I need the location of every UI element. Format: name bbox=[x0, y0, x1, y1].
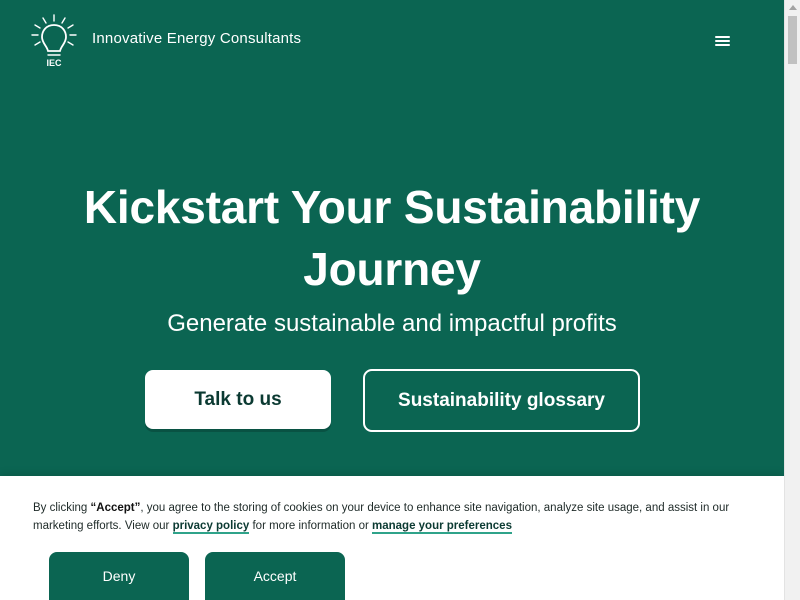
cookie-banner: By clicking “Accept”, you agree to the s… bbox=[0, 476, 784, 600]
scrollbar-thumb[interactable] bbox=[788, 16, 797, 64]
accept-button[interactable]: Accept bbox=[205, 552, 345, 600]
menu-line bbox=[715, 44, 730, 46]
lightbulb-icon[interactable]: IEC bbox=[30, 12, 78, 70]
menu-line bbox=[715, 40, 730, 42]
sustainability-glossary-button[interactable]: Sustainability glossary bbox=[363, 369, 640, 432]
hamburger-menu-icon[interactable] bbox=[710, 30, 736, 52]
brand-name[interactable]: Innovative Energy Consultants bbox=[92, 30, 301, 47]
talk-to-us-button[interactable]: Talk to us bbox=[145, 370, 331, 429]
cookie-consent-text: By clicking “Accept”, you agree to the s… bbox=[33, 499, 733, 535]
cookie-text-part: for more information or bbox=[249, 520, 372, 532]
menu-line bbox=[715, 36, 730, 38]
deny-button[interactable]: Deny bbox=[49, 552, 189, 600]
scroll-up-arrow-icon[interactable] bbox=[785, 0, 800, 15]
cookie-text-part: By clicking bbox=[33, 502, 91, 514]
hero-title: Kickstart Your Sustainability Journey bbox=[83, 181, 701, 295]
main-content: IEC Innovative Energy Consultants Kickst… bbox=[0, 0, 784, 600]
manage-preferences-link[interactable]: manage your preferences bbox=[372, 520, 512, 534]
hero-subtitle: Generate sustainable and impactful profi… bbox=[167, 310, 617, 337]
accept-quote: “Accept” bbox=[90, 502, 141, 514]
vertical-scrollbar[interactable] bbox=[784, 0, 800, 600]
logo-text: IEC bbox=[46, 58, 62, 68]
page: IEC Innovative Energy Consultants Kickst… bbox=[0, 0, 800, 600]
privacy-policy-link[interactable]: privacy policy bbox=[172, 520, 250, 534]
